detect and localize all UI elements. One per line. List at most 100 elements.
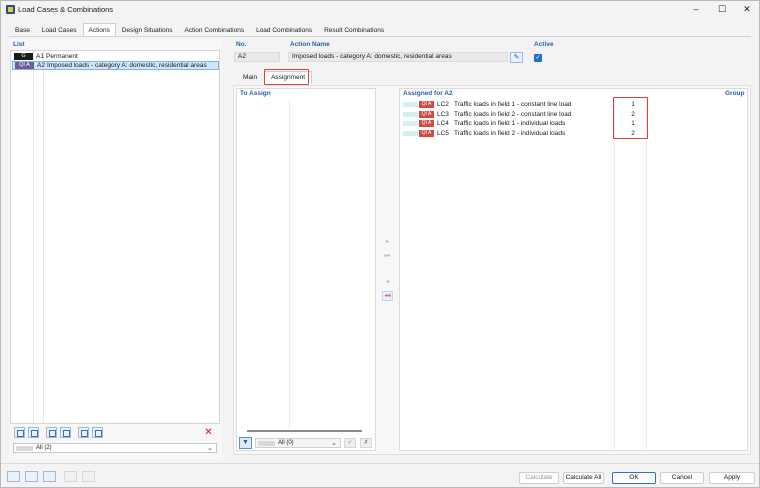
- tab-load-combinations[interactable]: Load Combinations: [250, 23, 318, 36]
- tab-load-cases[interactable]: Load Cases: [36, 23, 83, 36]
- uncheck-all-icon[interactable]: ✗: [360, 438, 372, 448]
- app-icon: [6, 5, 15, 14]
- tab-action-combinations[interactable]: Action Combinations: [178, 23, 250, 36]
- list-panel: List G A1 Permanent QI A A2 Imposed load…: [9, 39, 222, 459]
- to-assign-list[interactable]: To Assign: [236, 88, 376, 451]
- action-list: G A1 Permanent QI A A2 Imposed loads - c…: [10, 50, 220, 424]
- active-checkbox[interactable]: ✓: [534, 54, 542, 62]
- title-bar: Load Cases & Combinations – ☐ ✕: [1, 1, 759, 18]
- load-case-id: LC5: [437, 129, 449, 137]
- filter-color-swatch: [16, 446, 33, 451]
- group-column-header: Group: [725, 90, 745, 97]
- add-all-button[interactable]: ▸▸: [382, 251, 393, 261]
- action-category-badge: QI A: [15, 62, 34, 69]
- cancel-button[interactable]: Cancel: [660, 472, 704, 484]
- check-selected-icon[interactable]: [60, 427, 71, 438]
- action-name: Permanent: [46, 53, 78, 60]
- category-badge: QI A: [419, 129, 434, 137]
- load-case-id: LC3: [437, 110, 449, 118]
- load-cases-dialog: Load Cases & Combinations – ☐ ✕ Base Loa…: [0, 0, 760, 488]
- action-id: A1: [36, 53, 44, 60]
- remove-selected-button[interactable]: ◂: [382, 277, 393, 287]
- group-cell[interactable]: 1: [630, 119, 636, 128]
- assigned-list: Assigned for A2 Group QI A LC2 Traffic l…: [399, 88, 748, 451]
- action-name: Imposed loads - category A: domestic, re…: [47, 62, 207, 69]
- row-color-swatch: [403, 130, 418, 136]
- table-icon[interactable]: [43, 471, 56, 482]
- list-label: List: [13, 41, 25, 48]
- column-divider: [614, 99, 615, 451]
- tab-base[interactable]: Base: [9, 23, 36, 36]
- minimize-button[interactable]: –: [686, 3, 706, 16]
- group-cell[interactable]: 1: [630, 100, 636, 109]
- function-icon[interactable]: [82, 471, 95, 482]
- copy-item-icon[interactable]: [28, 427, 39, 438]
- chevron-down-icon: ⌄: [207, 445, 213, 452]
- table-row[interactable]: QI A LC5 Traffic loads in field 2 - indi…: [402, 129, 746, 138]
- action-name-label: Action Name: [290, 41, 330, 48]
- delete-icon[interactable]: ✕: [203, 427, 214, 438]
- table-row[interactable]: QI A LC4 Traffic loads in field 1 - indi…: [402, 119, 746, 128]
- check-all-icon[interactable]: [46, 427, 57, 438]
- tab-divider: [9, 36, 751, 37]
- tab-assignment[interactable]: Assignment: [264, 71, 313, 84]
- group-cell[interactable]: 2: [630, 110, 636, 119]
- horizontal-scrollbar[interactable]: [247, 430, 362, 432]
- no-field[interactable]: A2: [234, 52, 280, 62]
- chevron-down-icon: ⌄: [331, 440, 337, 447]
- add-selected-button[interactable]: ▸: [382, 237, 393, 247]
- active-label: Active: [534, 41, 554, 48]
- filter-color-swatch: [258, 441, 275, 446]
- edit-name-icon[interactable]: ✎: [510, 52, 523, 63]
- category-badge: QI A: [419, 110, 434, 118]
- tab-design-situations[interactable]: Design Situations: [116, 23, 179, 36]
- window-title: Load Cases & Combinations: [18, 5, 114, 14]
- tab-main[interactable]: Main: [236, 71, 264, 84]
- settings-icon[interactable]: [64, 471, 77, 482]
- load-case-name: Traffic loads in field 1 - individual lo…: [454, 120, 566, 127]
- filter-icon[interactable]: ▼: [239, 437, 252, 449]
- main-tab-bar: Base Load Cases Actions Design Situation…: [9, 23, 390, 36]
- load-case-id: LC4: [437, 120, 449, 127]
- load-case-name: Traffic loads in field 2 - constant line…: [454, 110, 572, 118]
- no-label: No.: [236, 41, 247, 48]
- column-divider: [289, 99, 290, 429]
- list-toolbar: [14, 427, 103, 438]
- list-item-selected[interactable]: QI A A2 Imposed loads - category A: dome…: [12, 61, 219, 70]
- sort-icon[interactable]: [92, 427, 103, 438]
- renumber-icon[interactable]: [78, 427, 89, 438]
- action-name-field[interactable]: Imposed loads - category A: domestic, re…: [288, 52, 508, 62]
- list-filter-select[interactable]: All (2) ⌄: [13, 443, 217, 453]
- assigned-label: Assigned for A2: [403, 90, 453, 97]
- table-row[interactable]: QI A LC3 Traffic loads in field 2 - cons…: [402, 110, 746, 119]
- action-id: A2: [37, 62, 45, 69]
- close-button[interactable]: ✕: [737, 3, 757, 16]
- maximize-button[interactable]: ☐: [712, 3, 732, 16]
- load-case-name: Traffic loads in field 2 - individual lo…: [454, 129, 566, 137]
- tab-actions[interactable]: Actions: [82, 23, 116, 36]
- row-color-swatch: [403, 121, 418, 126]
- category-badge: QI A: [419, 120, 434, 127]
- to-assign-label: To Assign: [240, 90, 271, 97]
- new-item-icon[interactable]: [14, 427, 25, 438]
- action-category-badge: G: [14, 53, 33, 60]
- tab-result-combinations[interactable]: Result Combinations: [318, 23, 390, 36]
- table-row[interactable]: QI A LC2 Traffic loads in field 1 - cons…: [402, 100, 746, 109]
- category-badge: QI A: [419, 101, 434, 108]
- to-assign-filter-select[interactable]: All (0) ⌄: [255, 438, 341, 448]
- load-case-id: LC2: [437, 101, 449, 108]
- ok-button[interactable]: OK: [612, 472, 656, 484]
- list-column-divider: [43, 51, 44, 423]
- sub-tab-bar: Main Assignment: [236, 71, 313, 84]
- row-color-swatch: [403, 102, 418, 107]
- remove-all-button[interactable]: ◂◂: [382, 291, 393, 301]
- search-icon[interactable]: [7, 471, 20, 482]
- check-all-icon[interactable]: ✓: [344, 438, 356, 448]
- to-assign-filter-value: All (0): [278, 440, 294, 446]
- apply-button[interactable]: Apply: [709, 472, 755, 484]
- units-icon[interactable]: [25, 471, 38, 482]
- calculate-all-button[interactable]: Calculate All: [563, 472, 604, 484]
- calculate-button[interactable]: Calculate: [519, 472, 559, 484]
- list-item[interactable]: G A1 Permanent: [12, 52, 219, 61]
- group-cell[interactable]: 2: [630, 129, 636, 138]
